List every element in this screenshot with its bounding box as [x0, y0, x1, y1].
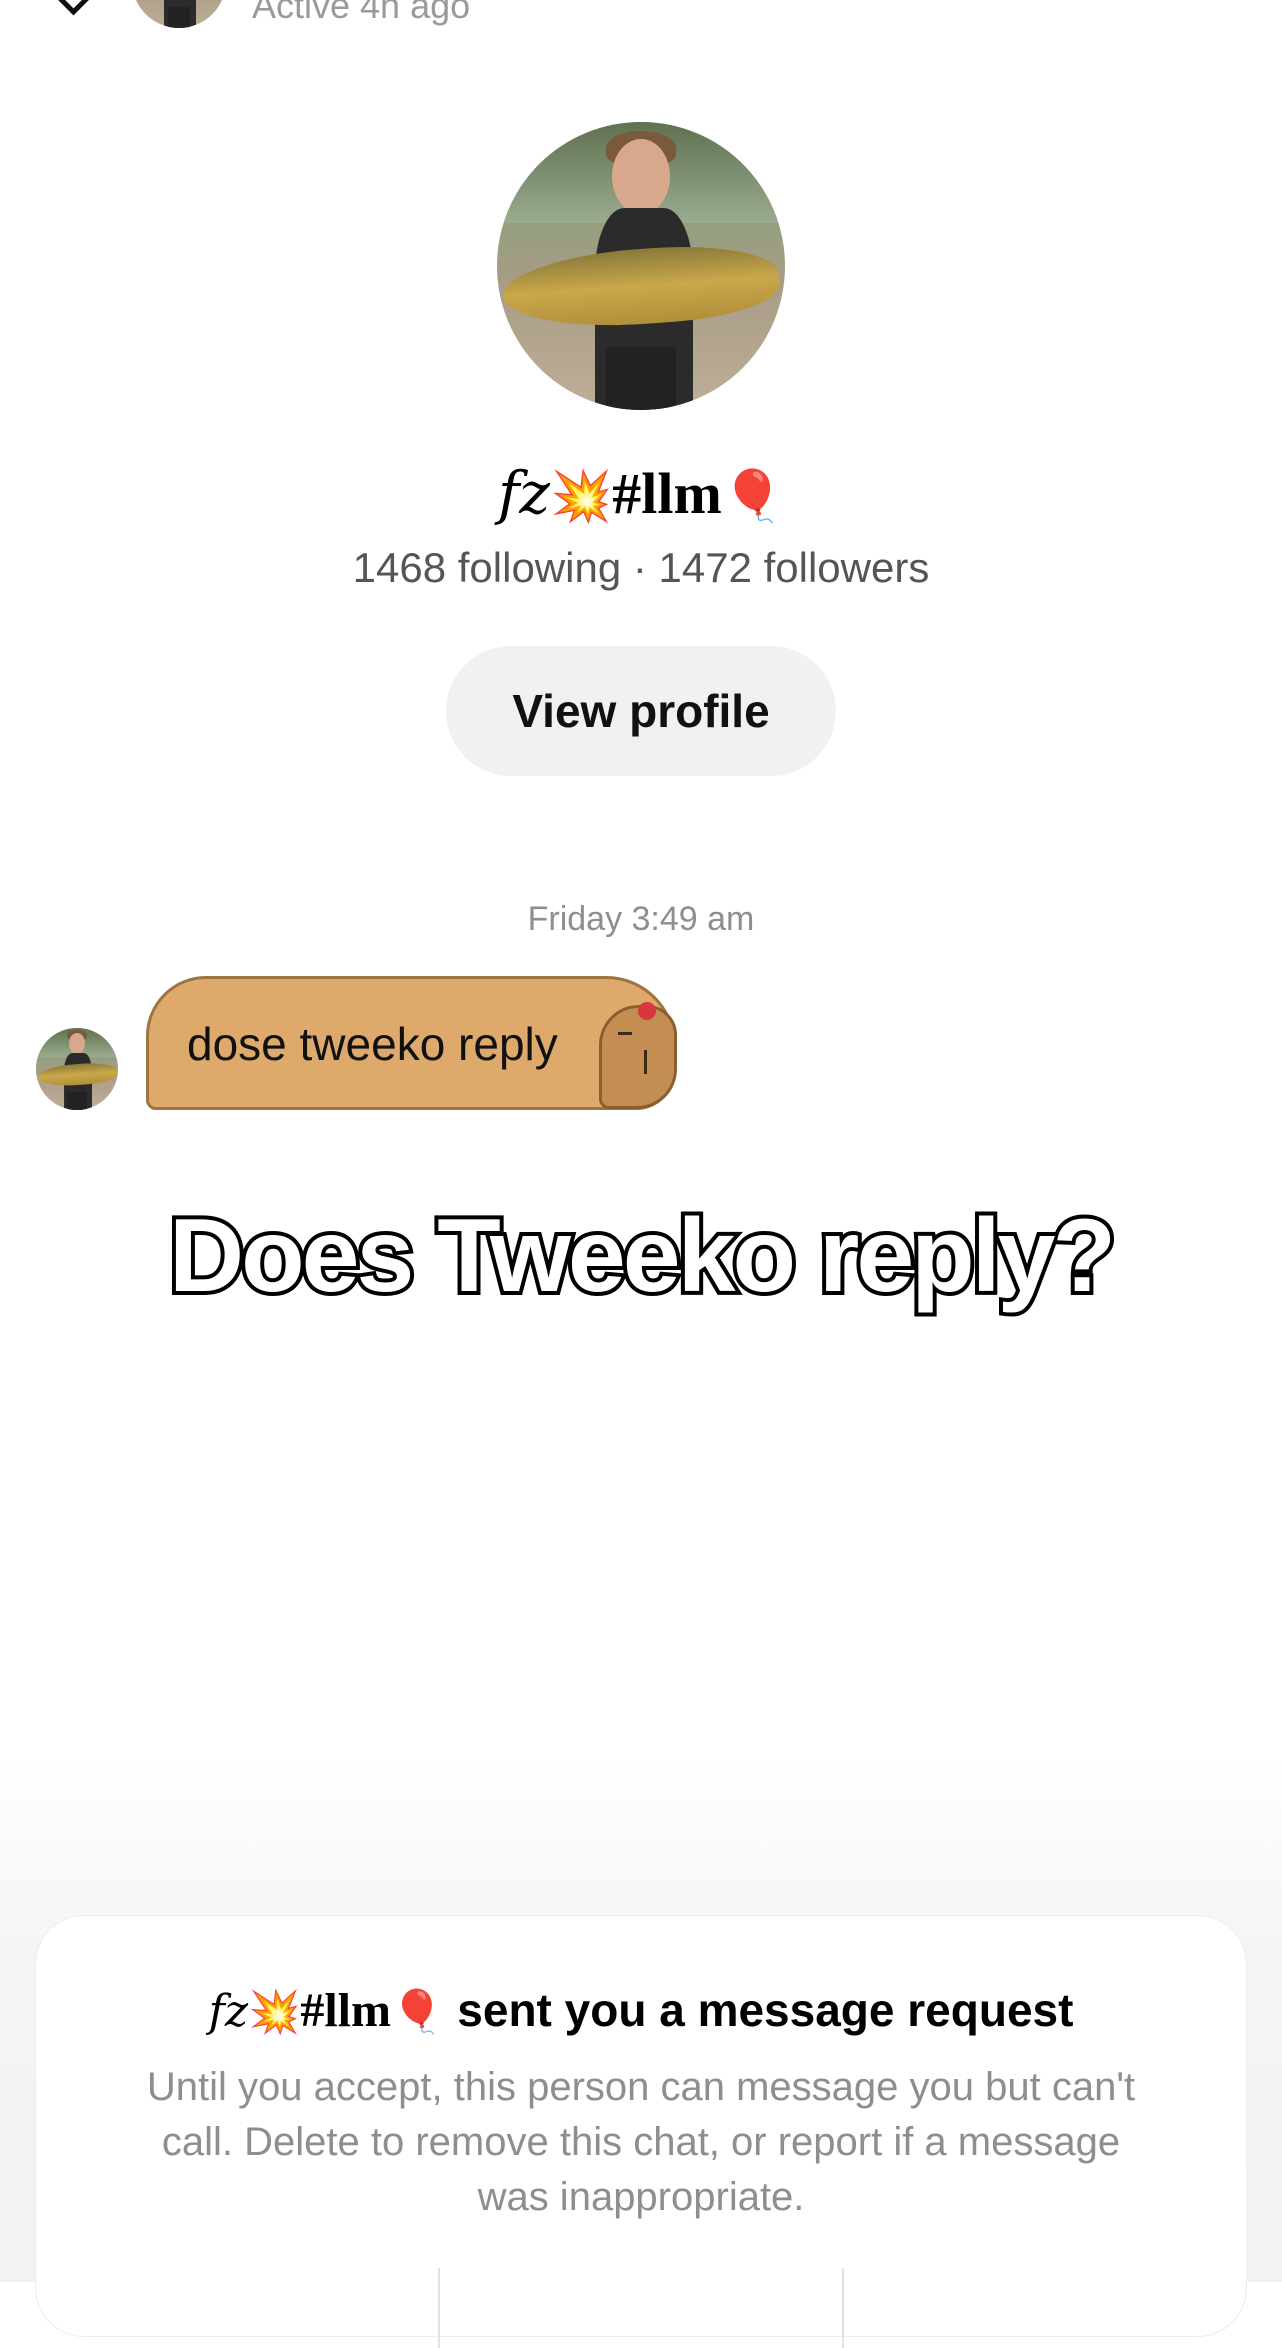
profile-stats: 1468 following · 1472 followers — [352, 544, 930, 591]
collision-emoji-icon: 💥 — [549, 467, 613, 525]
action-divider — [438, 2268, 440, 2348]
header-avatar[interactable] — [132, 0, 226, 28]
request-description: Until you accept, this person can messag… — [146, 2065, 1136, 2219]
message-timestamp: Friday 3:49 am — [527, 900, 755, 938]
sender-avatar[interactable] — [36, 1028, 118, 1110]
name-prefix: fz — [497, 459, 550, 527]
message-request-card: fz💥#llm🎈 sent you a message request Until… — [36, 1916, 1246, 2348]
message-text: dose tweeko reply — [187, 1018, 558, 1070]
overlay-caption: Does Tweeko reply? — [165, 1194, 1120, 1318]
balloon-emoji-icon: 🎈 — [390, 1987, 444, 2036]
request-title: fz💥#llm🎈 sent you a message request — [36, 1980, 1246, 2042]
action-divider — [842, 2268, 844, 2348]
back-chevron-icon[interactable] — [51, 0, 96, 16]
chat-header: Active 4h ago — [0, 0, 1282, 40]
profile-name: fz💥#llm🎈 — [0, 458, 1282, 531]
request-name-prefix: fz — [208, 1986, 249, 2037]
active-status: Active 4h ago — [252, 0, 471, 26]
profile-avatar[interactable] — [497, 122, 785, 410]
view-profile-button[interactable]: View profile — [446, 646, 836, 776]
message-bubble[interactable]: dose tweeko reply — [146, 976, 677, 1110]
name-tag: #llm — [612, 461, 722, 526]
request-title-text: sent you a message request — [457, 1984, 1074, 2036]
capybara-icon — [599, 1002, 677, 1109]
request-name-tag: #llm — [300, 1984, 391, 2037]
collision-emoji-icon: 💥 — [248, 1987, 301, 2036]
balloon-emoji-icon: 🎈 — [721, 467, 785, 525]
